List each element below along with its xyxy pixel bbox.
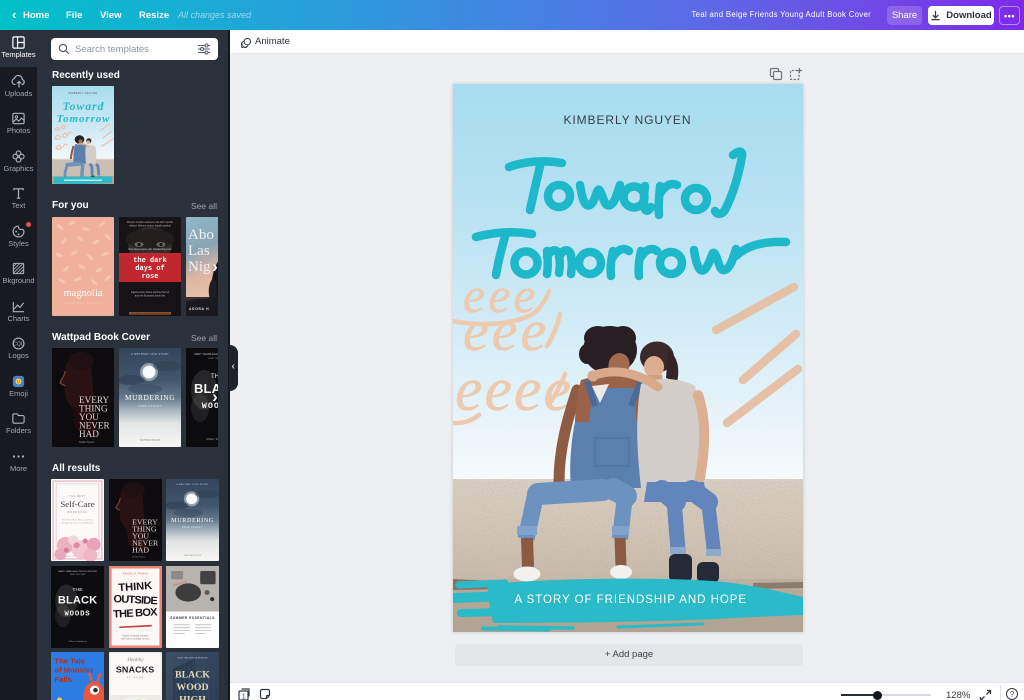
svg-text:The Tale: The Tale: [54, 657, 85, 666]
svg-text:NOW THE LAST LA MONUTE: NOW THE LAST LA MONUTE: [178, 657, 208, 660]
svg-text:HIGH: HIGH: [179, 695, 206, 700]
svg-text:HAD: HAD: [79, 429, 99, 439]
svg-text:Self-Care: Self-Care: [60, 499, 94, 509]
svg-text:CQL: CQL: [13, 341, 24, 347]
svg-text:OUTSIDE: OUTSIDE: [113, 593, 158, 607]
svg-text:Stella Peyton: Stella Peyton: [132, 556, 146, 559]
svg-text:KIMBERLY NGUYEN: KIMBERLY NGUYEN: [69, 92, 98, 95]
svg-text:MANY YEARS AGO PEOPLE KNOWN: MANY YEARS AGO PEOPLE KNOWN: [194, 352, 218, 356]
svg-text:ANGELIA POWIS: ANGELIA POWIS: [122, 572, 148, 575]
svg-text:THE BOX: THE BOX: [112, 607, 158, 621]
svg-text:A WATTPAD LOVE STORY: A WATTPAD LOVE STORY: [176, 483, 208, 486]
svg-text:Tomorrow: Tomorrow: [57, 113, 111, 125]
svg-text:eee: eee: [463, 298, 549, 363]
svg-text:Toward: Toward: [63, 99, 105, 113]
svg-text:WORKBOOK: WORKBOOK: [67, 511, 88, 514]
svg-text:A STORY OF FRIENDSHIP AND HOPE: A STORY OF FRIENDSHIP AND HOPE: [515, 594, 748, 606]
svg-text:magnolia: magnolia: [63, 288, 102, 299]
svg-text:THE: THE: [72, 587, 83, 593]
svg-text:MURDERING: MURDERING: [125, 394, 175, 402]
svg-text:and how to actually do one.: and how to actually do one.: [121, 638, 150, 641]
svg-text:WATTPAD BOOKS: WATTPAD BOOKS: [140, 439, 161, 442]
svg-text:Find Your Best, Relax and Feel: Find Your Best, Relax and Feel: [62, 518, 93, 521]
svg-text:MURDERING: MURDERING: [171, 518, 214, 524]
svg-text:rose: rose: [142, 273, 159, 281]
svg-text:Abo: Abo: [188, 227, 214, 243]
svg-text:THE BEST: THE BEST: [69, 495, 86, 498]
svg-text:WHAT THEY SAW: WHAT THEY SAW: [208, 357, 218, 360]
svg-text:Next days people with. Residen: Next days people with. Residenting soon: [128, 248, 172, 251]
svg-text:the dark: the dark: [133, 257, 167, 265]
svg-text:THE: THE: [211, 374, 218, 380]
svg-text:ADORA H: ADORA H: [189, 307, 209, 311]
svg-text:HAD: HAD: [132, 546, 149, 555]
svg-text:THINK: THINK: [117, 580, 152, 594]
svg-text:of Monster: of Monster: [54, 666, 93, 675]
svg-text:AT HOME: AT HOME: [126, 677, 143, 680]
svg-text:A book on being 'creative': A book on being 'creative': [122, 634, 150, 637]
svg-text:ANGELINA JOURIN: ANGELINA JOURIN: [65, 301, 101, 305]
svg-text:and she illustrated ideas has: and she illustrated ideas has: [135, 295, 166, 298]
svg-text:WOOD: WOOD: [176, 682, 208, 693]
svg-text:A WATTPAD LOVE STORY: A WATTPAD LOVE STORY: [131, 352, 169, 356]
svg-text:BLACK: BLACK: [58, 594, 97, 606]
svg-text:KIMBERLY NGUYEN: KIMBERLY NGUYEN: [564, 113, 693, 127]
svg-text:BLACK: BLACK: [175, 670, 210, 681]
svg-text:WOODS: WOODS: [64, 611, 90, 619]
svg-text:JADE ASHLEY: JADE ASHLEY: [138, 404, 162, 408]
svg-text:Healthy: Healthy: [126, 657, 144, 663]
svg-text:JADE ASHLEY: JADE ASHLEY: [182, 526, 203, 529]
svg-text:Falls: Falls: [54, 675, 72, 684]
svg-text:Thought for Your Last Meditati: Thought for Your Last Meditations: [61, 522, 94, 525]
svg-text:1: 1: [242, 693, 246, 700]
svg-text:SUMMER ESSENTIALS: SUMMER ESSENTIALS: [170, 616, 215, 620]
svg-text:William Toddbergh: William Toddbergh: [68, 641, 87, 643]
svg-text:WHAT THEY SAW: WHAT THEY SAW: [70, 573, 86, 576]
svg-text:WATTPAD BOOKS: WATTPAD BOOKS: [184, 554, 202, 557]
svg-text:days of: days of: [135, 265, 164, 273]
svg-text:SNACKS: SNACKS: [115, 665, 154, 675]
svg-text:MANY YEARS AGO PEOPLE KNOWN: MANY YEARS AGO PEOPLE KNOWN: [58, 570, 97, 573]
svg-text:Stella Peyton: Stella Peyton: [79, 440, 95, 444]
svg-text:William Toddbergh: William Toddbergh: [206, 437, 218, 441]
svg-text:CATHALYN ROSE AND NICOLE MACKI: CATHALYN ROSE AND NICOLE MACKINS: [131, 312, 171, 315]
